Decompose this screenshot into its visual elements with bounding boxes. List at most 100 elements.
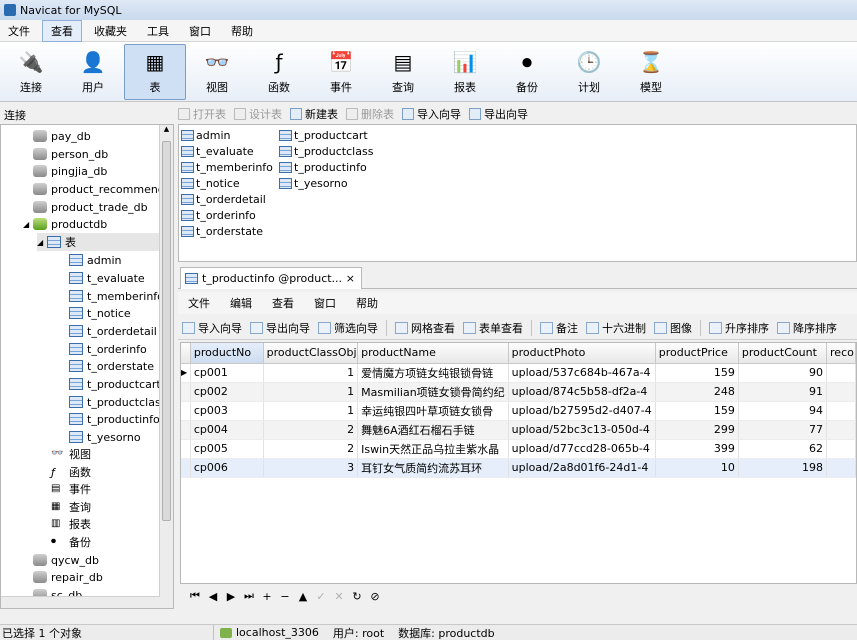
cell-productno[interactable]: cp003 <box>190 401 264 421</box>
collapse-arrow-icon[interactable]: ◢ <box>37 238 47 247</box>
table-row[interactable]: cp006 3 耳钉女气质简约流苏耳环 upload/2a8d01f6-24d1… <box>181 458 856 478</box>
tree-db-pay-db[interactable]: pay_db <box>33 127 91 145</box>
menu-view[interactable]: 查看 <box>42 19 82 42</box>
cell-productno[interactable]: cp005 <box>190 439 264 459</box>
toolbar-table-button[interactable]: ▦ 表 <box>124 43 186 100</box>
object-list-item[interactable]: t_productinfo <box>279 159 367 175</box>
cell-reco[interactable] <box>826 439 856 459</box>
tree-table-item[interactable]: t_productclass <box>69 393 166 411</box>
column-header-productno[interactable]: productNo <box>190 343 264 364</box>
object-list-item[interactable]: t_orderinfo <box>181 207 256 223</box>
grid-view-button[interactable]: 网格查看 <box>395 320 455 336</box>
toolbar-model-button[interactable]: ⌛ 模型 <box>620 44 682 100</box>
cell-productname[interactable]: Masmilian项链女锁骨简约纪 <box>357 382 509 402</box>
delete-table-button[interactable]: 删除表 <box>346 106 394 122</box>
toolbar-event-button[interactable]: 📅 事件 <box>310 44 372 100</box>
image-button[interactable]: 图像 <box>654 320 692 336</box>
cell-productclassobj[interactable]: 3 <box>263 458 359 478</box>
memo-button[interactable]: 备注 <box>540 320 578 336</box>
data-import-button[interactable]: 导入向导 <box>182 320 242 336</box>
export-wizard-button[interactable]: 导出向导 <box>469 106 528 122</box>
inner-menu-help[interactable]: 帮助 <box>346 295 388 311</box>
tree-db-productdb[interactable]: ◢ productdb <box>23 215 107 233</box>
toolbar-user-button[interactable]: 👤 用户 <box>62 44 124 100</box>
column-header-productclassobj[interactable]: productClassObj <box>263 343 359 364</box>
tab-t-productinfo[interactable]: t_productinfo @product... × <box>180 267 362 289</box>
open-table-button[interactable]: 打开表 <box>178 106 226 122</box>
cell-productclassobj[interactable]: 1 <box>263 363 359 383</box>
tree-db-qycw-db[interactable]: qycw_db <box>33 551 99 569</box>
cell-productprice[interactable]: 10 <box>655 458 739 478</box>
cell-productprice[interactable]: 248 <box>655 382 739 402</box>
cell-productclassobj[interactable]: 2 <box>263 439 359 459</box>
inner-menu-edit[interactable]: 编辑 <box>220 295 262 311</box>
column-header-productcount[interactable]: productCount <box>738 343 828 364</box>
tree-db-person-db[interactable]: person_db <box>33 145 108 163</box>
cell-productcount[interactable]: 91 <box>738 382 828 402</box>
cell-productphoto[interactable]: upload/537c684b-467a-4 <box>508 363 656 383</box>
last-record-icon[interactable]: ⏭ <box>240 589 258 603</box>
tree-functions-folder[interactable]: ƒ 函数 <box>51 463 91 481</box>
cell-productcount[interactable]: 94 <box>738 401 828 421</box>
cell-productphoto[interactable]: upload/d77ccd28-065b-4 <box>508 439 656 459</box>
prior-record-icon[interactable]: ◀ <box>204 590 222 603</box>
collapse-arrow-icon[interactable]: ◢ <box>23 220 33 229</box>
table-row[interactable]: cp005 2 Iswin天然正品乌拉圭紫水晶 upload/d77ccd28-… <box>181 439 856 459</box>
toolbar-connection-button[interactable]: 🔌 连接 <box>0 44 62 100</box>
table-row[interactable]: cp002 1 Masmilian项链女锁骨简约纪 upload/874c5b5… <box>181 382 856 402</box>
table-row[interactable]: cp004 2 舞魅6A酒红石榴石手链 upload/52bc3c13-050d… <box>181 420 856 440</box>
column-header-productprice[interactable]: productPrice <box>655 343 739 364</box>
cell-productphoto[interactable]: upload/2a8d01f6-24d1-4 <box>508 458 656 478</box>
object-list-item[interactable]: admin <box>181 127 230 143</box>
tree-table-item[interactable]: t_productcart <box>69 375 161 393</box>
object-list-item[interactable]: t_evaluate <box>181 143 254 159</box>
cell-reco[interactable] <box>826 420 856 440</box>
cell-productno[interactable]: cp001 <box>190 363 264 383</box>
object-list-item[interactable]: t_memberinfo <box>181 159 273 175</box>
toolbar-report-button[interactable]: 📊 报表 <box>434 44 496 100</box>
cell-productname[interactable]: 幸运纯银四叶草项链女锁骨 <box>357 401 509 421</box>
form-view-button[interactable]: 表单查看 <box>463 320 523 336</box>
sort-ascending-button[interactable]: 升序排序 <box>709 320 769 336</box>
object-list-item[interactable]: t_orderstate <box>181 223 263 239</box>
apply-changes-icon[interactable]: ✓ <box>312 590 330 603</box>
tree-db-pingjia-db[interactable]: pingjia_db <box>33 162 107 180</box>
cell-productprice[interactable]: 299 <box>655 420 739 440</box>
first-record-icon[interactable]: ⏮ <box>186 589 204 603</box>
tree-events-folder[interactable]: ▤ 事件 <box>51 480 91 498</box>
import-wizard-button[interactable]: 导入向导 <box>402 106 461 122</box>
object-list-item[interactable]: t_productcart <box>279 127 368 143</box>
sort-descending-button[interactable]: 降序排序 <box>777 320 837 336</box>
hex-button[interactable]: 十六进制 <box>586 320 646 336</box>
toolbar-view-button[interactable]: 👓 视图 <box>186 44 248 100</box>
stop-icon[interactable]: ⊘ <box>366 590 384 603</box>
table-row[interactable]: cp003 1 幸运纯银四叶草项链女锁骨 upload/b27595d2-d40… <box>181 401 856 421</box>
design-table-button[interactable]: 设计表 <box>234 106 282 122</box>
tree-horizontal-scrollbar[interactable] <box>1 596 160 608</box>
refresh-icon[interactable]: ↻ <box>348 590 366 603</box>
data-export-button[interactable]: 导出向导 <box>250 320 310 336</box>
toolbar-schedule-button[interactable]: 🕒 计划 <box>558 44 620 100</box>
cell-productphoto[interactable]: upload/874c5b58-df2a-4 <box>508 382 656 402</box>
tree-db-product-recommend[interactable]: product_recommend <box>33 180 165 198</box>
menu-file[interactable]: 文件 <box>0 21 38 41</box>
object-list-item[interactable]: t_yesorno <box>279 175 348 191</box>
cell-productcount[interactable]: 77 <box>738 420 828 440</box>
tree-tables-folder[interactable]: ◢ 表 <box>37 233 159 251</box>
cell-productname[interactable]: Iswin天然正品乌拉圭紫水晶 <box>357 439 509 459</box>
tree-backups-folder[interactable]: ⏺ 备份 <box>51 533 91 551</box>
cell-reco[interactable] <box>826 401 856 421</box>
cell-productphoto[interactable]: upload/52bc3c13-050d-4 <box>508 420 656 440</box>
object-list-item[interactable]: t_orderdetail <box>181 191 266 207</box>
next-record-icon[interactable]: ▶ <box>222 590 240 603</box>
column-header-productphoto[interactable]: productPhoto <box>508 343 656 364</box>
tree-table-item[interactable]: t_memberinfo <box>69 287 164 305</box>
column-header-reco[interactable]: reco <box>826 343 856 364</box>
cell-productclassobj[interactable]: 1 <box>263 382 359 402</box>
cell-productclassobj[interactable]: 2 <box>263 420 359 440</box>
cell-productcount[interactable]: 62 <box>738 439 828 459</box>
cell-reco[interactable] <box>826 458 856 478</box>
tree-table-item[interactable]: t_orderdetail <box>69 322 157 340</box>
tree-table-item[interactable]: t_yesorno <box>69 428 141 446</box>
cell-productcount[interactable]: 90 <box>738 363 828 383</box>
